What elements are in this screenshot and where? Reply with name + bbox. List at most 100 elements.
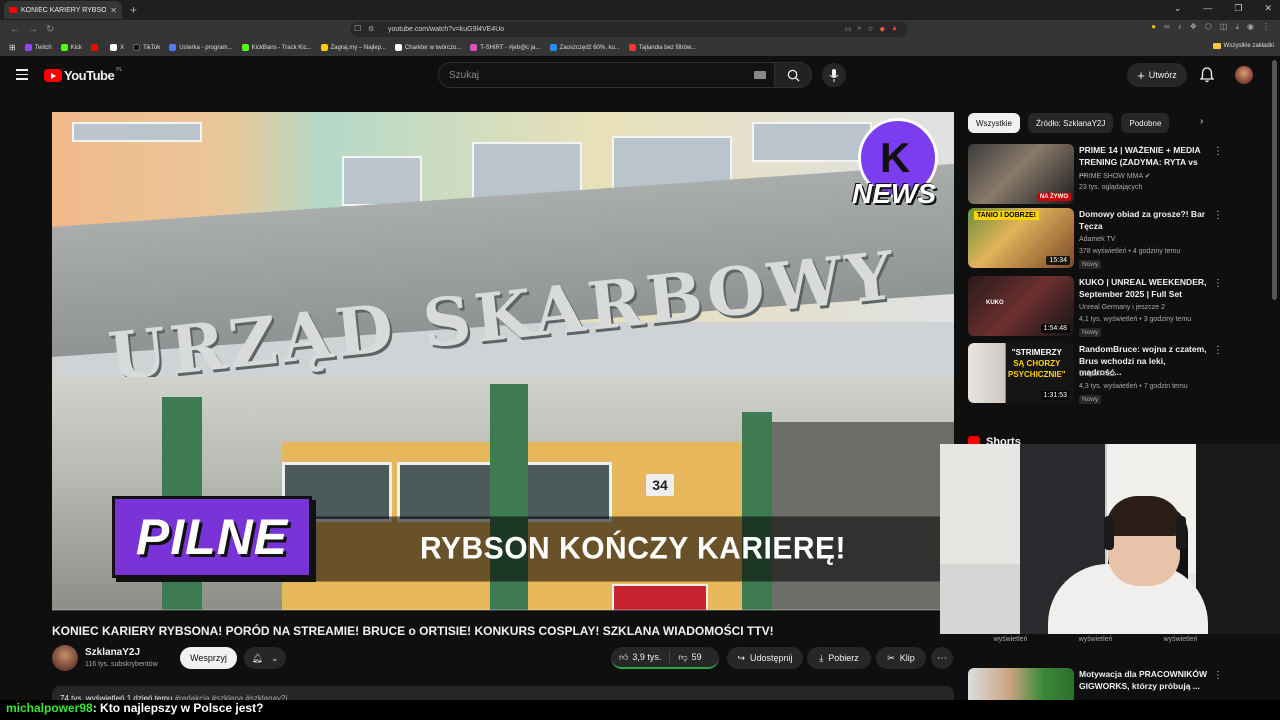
recommendation-title[interactable]: KUKO | UNREAL WEEKENDER, September 2025 … bbox=[1079, 277, 1207, 300]
office-plaque bbox=[612, 584, 708, 610]
bookmark-item[interactable]: T-SHIRT - #jeb@c ja... bbox=[470, 44, 541, 51]
shorts-views: wyświetleń bbox=[1078, 636, 1113, 643]
tab-search-icon[interactable]: ⌄ bbox=[1174, 3, 1182, 14]
recommendation-channel[interactable]: Ostatni Raz bbox=[1079, 371, 1116, 378]
plus-icon: + bbox=[1137, 67, 1145, 83]
star-icon[interactable]: ☆ bbox=[867, 25, 873, 33]
site-info-icon[interactable]: ⚙ bbox=[368, 25, 374, 33]
video-progress-bar[interactable] bbox=[52, 609, 954, 611]
chip-all[interactable]: Wszystkie bbox=[968, 113, 1020, 133]
apps-icon[interactable]: ⊞ bbox=[9, 43, 16, 52]
more-actions-icon[interactable]: ⋯ bbox=[931, 647, 953, 669]
more-options-icon[interactable]: ⋮ bbox=[1213, 146, 1223, 157]
extension-icon[interactable]: ❖ bbox=[1190, 22, 1197, 32]
channel-name[interactable]: SzklanaY2J bbox=[85, 647, 140, 658]
bookmark-item[interactable]: X bbox=[110, 44, 124, 51]
bookmark-item[interactable]: Usterka - program... bbox=[169, 44, 233, 51]
video-player[interactable]: URZĄD SKARBOWY 34 RYBSON KOŃCZY KARIERĘ!… bbox=[52, 112, 954, 610]
recommendation-channel[interactable]: PRIME SHOW MMA ✔ bbox=[1079, 172, 1151, 180]
account-avatar[interactable] bbox=[1235, 66, 1253, 84]
extension-icon[interactable]: ♪ bbox=[1178, 22, 1182, 32]
bookmark-item[interactable]: Charkter w twórczo... bbox=[394, 44, 461, 51]
profile-icon[interactable]: ◉ bbox=[1247, 22, 1254, 32]
hamburger-menu-icon[interactable] bbox=[16, 69, 28, 83]
more-options-icon[interactable]: ⋮ bbox=[1213, 278, 1223, 289]
minimize-icon[interactable]: — bbox=[1203, 3, 1212, 14]
warning-extension-icon[interactable]: ▲ bbox=[891, 25, 898, 33]
recommendation-thumbnail[interactable]: KUKO 1:54:48 bbox=[968, 276, 1074, 336]
close-window-icon[interactable]: ✕ bbox=[1264, 3, 1272, 14]
chip-related[interactable]: Podobne bbox=[1121, 113, 1170, 133]
bookmark-icon[interactable]: ☐ bbox=[354, 24, 361, 33]
download-icon[interactable]: ⤓ bbox=[1235, 22, 1239, 32]
page-scrollbar[interactable] bbox=[1272, 60, 1277, 300]
shield-extension-icon[interactable]: ◆ bbox=[880, 25, 885, 33]
more-options-icon[interactable]: ⋮ bbox=[1213, 210, 1223, 221]
bookmark-item[interactable]: Zagraj.my – Najlep... bbox=[320, 44, 386, 51]
new-tab-icon[interactable]: + bbox=[130, 3, 137, 17]
bookmark-item[interactable]: Kick bbox=[60, 44, 82, 51]
close-tab-icon[interactable]: ✕ bbox=[110, 6, 117, 15]
like-button[interactable]: 👍︎ 3,9 tys. bbox=[611, 650, 671, 664]
cast-icon[interactable]: ▭ bbox=[845, 25, 852, 33]
bookmark-favicon-icon bbox=[549, 44, 557, 51]
clip-button[interactable]: ✂ Klip bbox=[876, 647, 926, 669]
join-button[interactable]: Wesprzyj bbox=[180, 647, 237, 669]
forward-icon[interactable]: → bbox=[28, 24, 38, 35]
youtube-logo[interactable]: YouTube PL bbox=[44, 67, 122, 83]
extension-icon[interactable]: ◫ bbox=[1220, 22, 1228, 32]
recommendation-channel[interactable]: Adamek TV bbox=[1079, 236, 1115, 243]
video-overlay-caption: RYBSON KOŃCZY KARIERĘ! bbox=[312, 516, 954, 582]
chat-username: michalpower98 bbox=[6, 701, 93, 715]
chevron-right-icon[interactable]: › bbox=[1200, 116, 1203, 127]
recommendation-title[interactable]: Domowy obiad za grosze?! Bar Tęcza bbox=[1079, 209, 1207, 232]
search-button[interactable] bbox=[774, 62, 812, 88]
keyboard-icon[interactable] bbox=[754, 71, 766, 79]
like-dislike-group: 👍︎ 3,9 tys. 👎︎ 59 bbox=[611, 647, 719, 669]
browser-menu-icon[interactable]: ⋮ bbox=[1262, 22, 1270, 32]
bookmark-item[interactable] bbox=[91, 44, 101, 51]
more-options-icon[interactable]: ⋮ bbox=[1213, 345, 1223, 356]
download-button[interactable]: ⤓ Pobierz bbox=[807, 647, 871, 669]
bookmark-favicon-icon bbox=[241, 44, 249, 51]
search-input[interactable]: Szukaj bbox=[438, 62, 775, 88]
back-icon[interactable]: ← bbox=[10, 24, 20, 35]
recommendation-item[interactable]: Motywacja dla PRACOWNIKÓW GIGWORKS, któr… bbox=[968, 668, 1223, 700]
dislike-button[interactable]: 👎︎ 59 bbox=[670, 652, 709, 663]
headphones-icon bbox=[1104, 516, 1114, 550]
more-options-icon[interactable]: ⋮ bbox=[1213, 670, 1223, 681]
channel-avatar[interactable] bbox=[52, 645, 78, 671]
recommendation-thumbnail[interactable]: NA ŻYWO bbox=[968, 144, 1074, 204]
bookmark-item[interactable]: Twitch bbox=[24, 44, 52, 51]
notifications-bell-icon[interactable] bbox=[1200, 67, 1214, 83]
extension-icon[interactable]: ⬡ bbox=[1205, 22, 1212, 32]
bookmark-item[interactable]: TikTok bbox=[133, 44, 160, 51]
zoom-icon[interactable]: ⌕ bbox=[857, 25, 861, 33]
extension-icon[interactable]: ● bbox=[1151, 22, 1156, 32]
maximize-icon[interactable]: ❐ bbox=[1234, 3, 1242, 14]
all-bookmarks[interactable]: Wszystkie zakładki bbox=[1212, 43, 1274, 49]
thumbnail-text: TANIO I DOBRZE! bbox=[974, 211, 1039, 220]
recommendation-thumbnail[interactable] bbox=[968, 668, 1074, 700]
recommendation-item[interactable]: KUKO 1:54:48 KUKO | UNREAL WEEKENDER, Se… bbox=[968, 276, 1223, 337]
chip-source[interactable]: Źródło: SzklanaY2J bbox=[1028, 113, 1114, 133]
recommendation-item[interactable]: TANIO I DOBRZE! 15:34 Domowy obiad za gr… bbox=[968, 208, 1223, 269]
create-button[interactable]: + Utwórz bbox=[1127, 63, 1187, 87]
recommendation-thumbnail[interactable]: TANIO I DOBRZE! 15:34 bbox=[968, 208, 1074, 268]
bookmark-item[interactable]: KickBans - Track Kic... bbox=[241, 44, 312, 51]
recommendation-channel[interactable]: Unreal Germany i jeszcze 2 bbox=[1079, 304, 1165, 311]
reload-icon[interactable]: ↻ bbox=[46, 24, 54, 35]
recommendation-item[interactable]: "STRIMERZY SĄ CHORZY PSYCHICZNIE" 1:31:5… bbox=[968, 343, 1223, 404]
extension-icon[interactable]: ∞ bbox=[1164, 22, 1170, 32]
recommendation-item[interactable]: NA ŻYWO PRIME 14 | WAŻENIE + MEDIA TRENI… bbox=[968, 144, 1223, 204]
share-button[interactable]: ↪ Udostępnij bbox=[727, 647, 803, 669]
url-field[interactable]: ☐ ⚙ youtube.com/watch?v=kuG9l4VE4Uo ▭ ⌕ … bbox=[350, 22, 908, 37]
recommendation-title[interactable]: Motywacja dla PRACOWNIKÓW GIGWORKS, któr… bbox=[1079, 669, 1207, 692]
bookmark-item[interactable]: Zaoszczędź 60%, ku... bbox=[549, 44, 620, 51]
recommendation-thumbnail[interactable]: "STRIMERZY SĄ CHORZY PSYCHICZNIE" 1:31:5… bbox=[968, 343, 1074, 403]
subscribe-bell-button[interactable]: 🔔︎ ⌄ bbox=[244, 647, 286, 669]
browser-tab[interactable]: KONIEC KARIERY RYBSONA! ✕ bbox=[4, 1, 122, 19]
headphones-icon bbox=[1176, 516, 1186, 550]
voice-search-button[interactable] bbox=[822, 63, 846, 87]
bookmark-item[interactable]: Tajlandia bez filtrów... bbox=[628, 44, 696, 51]
